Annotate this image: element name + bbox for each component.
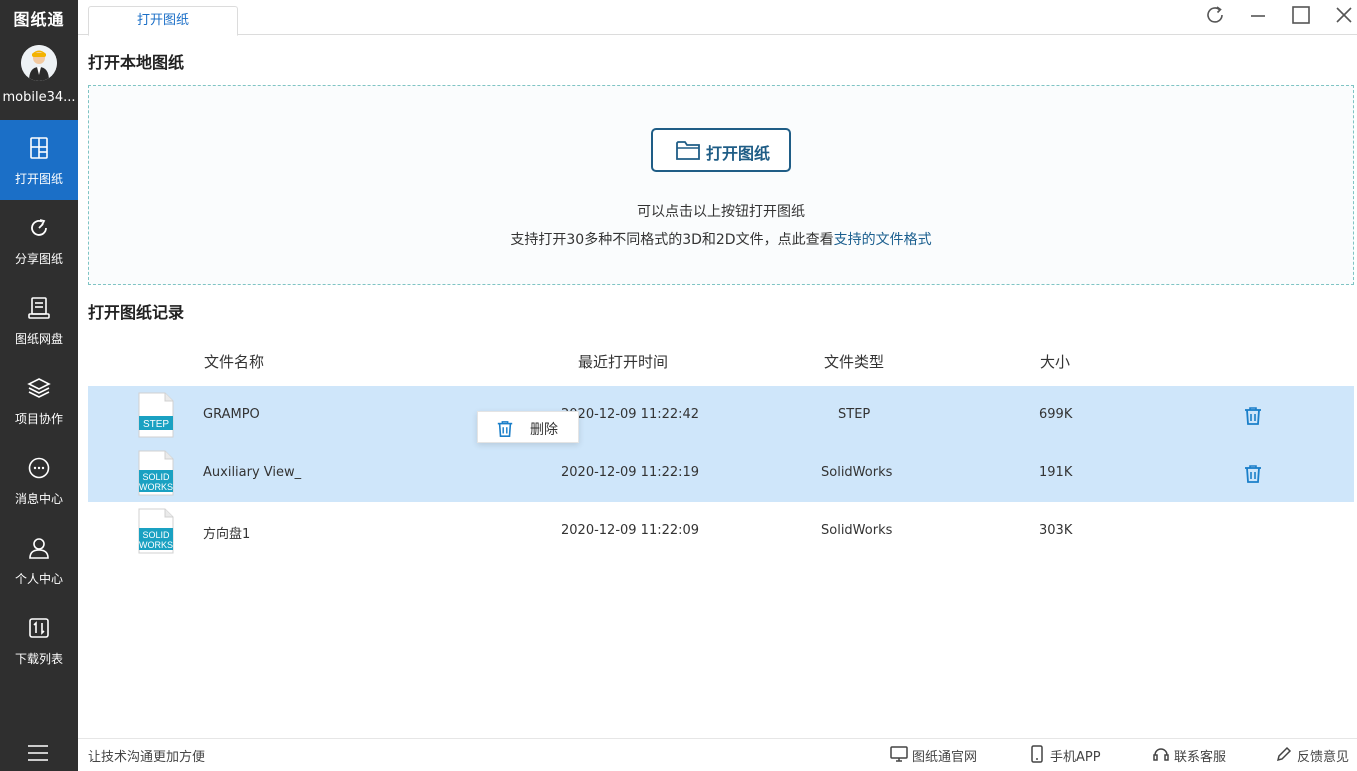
mobile-app-label: 手机APP	[1050, 750, 1101, 765]
sidebar-item-messages[interactable]: 消息中心	[0, 440, 78, 520]
footer-slogan: 让技术沟通更加方便	[88, 746, 205, 765]
app-logo: 图纸通	[0, 6, 78, 30]
table-row[interactable]: STEP GRAMPO 2020-12-09 11:22:42 STEP 699…	[88, 386, 1354, 444]
sidebar-item-profile[interactable]: 个人中心	[0, 520, 78, 600]
headset-icon	[1152, 745, 1170, 763]
close-icon[interactable]	[1333, 4, 1355, 26]
open-local-title: 打开本地图纸	[88, 49, 184, 73]
sidebar-item-label: 个人中心	[0, 570, 78, 587]
share-icon	[27, 216, 51, 240]
tab-open-drawing[interactable]: 打开图纸	[88, 6, 238, 36]
context-menu-delete[interactable]: 删除	[530, 419, 558, 439]
edit-icon	[1275, 745, 1293, 763]
mobile-app-link[interactable]: 手机APP	[1050, 746, 1101, 765]
sidebar-item-label: 消息中心	[0, 490, 78, 507]
feedback-link[interactable]: 反馈意见	[1297, 746, 1349, 765]
svg-text:SOLID: SOLID	[142, 472, 170, 482]
column-header-name[interactable]: 文件名称	[204, 351, 264, 372]
avatar[interactable]	[21, 45, 57, 81]
file-time: 2020-12-09 11:22:19	[561, 465, 699, 480]
username[interactable]: mobile34...	[0, 90, 78, 105]
trash-icon[interactable]	[1243, 464, 1263, 484]
sidebar: 图纸通 mobile34... 打开图纸	[0, 0, 78, 771]
sidebar-item-label: 打开图纸	[0, 170, 78, 187]
monitor-icon	[890, 745, 908, 763]
trash-icon	[496, 420, 514, 438]
customer-service-link[interactable]: 联系客服	[1174, 746, 1226, 765]
file-size: 303K	[1039, 523, 1072, 538]
maximize-icon[interactable]	[1290, 4, 1312, 26]
file-type: SolidWorks	[821, 465, 892, 480]
feedback-label: 反馈意见	[1297, 750, 1349, 765]
phone-icon	[1028, 745, 1046, 763]
sidebar-item-share[interactable]: 分享图纸	[0, 200, 78, 280]
folder-icon	[675, 139, 701, 161]
sidebar-item-cloud-disk[interactable]: 图纸网盘	[0, 280, 78, 360]
sidebar-item-label: 下载列表	[0, 650, 78, 667]
sidebar-item-label: 分享图纸	[0, 250, 78, 267]
tab-bar: 打开图纸	[78, 0, 1357, 35]
refresh-icon[interactable]	[1204, 4, 1226, 26]
cloud-disk-icon	[27, 296, 51, 320]
context-menu[interactable]: 删除	[477, 411, 579, 443]
app-window: 图纸通 mobile34... 打开图纸	[0, 0, 1357, 771]
official-site-label: 图纸通官网	[912, 750, 977, 765]
open-hint: 可以点击以上按钮打开图纸	[89, 201, 1353, 221]
column-header-size[interactable]: 大小	[1040, 351, 1070, 372]
open-drawing-button-label: 打开图纸	[706, 140, 770, 164]
solidworks-file-icon: SOLID WORKS	[137, 508, 175, 554]
svg-text:SOLID: SOLID	[142, 530, 170, 540]
column-header-type[interactable]: 文件类型	[824, 351, 884, 372]
supported-formats-link[interactable]: 支持的文件格式	[834, 232, 932, 248]
file-name: 方向盘1	[203, 523, 250, 542]
drop-area[interactable]: 打开图纸 可以点击以上按钮打开图纸 支持打开30多种不同格式的3D和2D文件，点…	[88, 85, 1354, 285]
supported-formats-hint: 支持打开30多种不同格式的3D和2D文件，点此查看支持的文件格式	[89, 229, 1353, 249]
column-header-time[interactable]: 最近打开时间	[578, 351, 668, 372]
user-icon	[27, 536, 51, 560]
avatar-icon	[21, 45, 57, 81]
hamburger-menu-icon[interactable]	[27, 744, 49, 762]
file-icon-label: STEP	[143, 419, 169, 430]
sidebar-item-label: 项目协作	[0, 410, 78, 427]
file-name: GRAMPO	[203, 407, 260, 422]
trash-icon[interactable]	[1243, 406, 1263, 426]
layers-icon	[27, 376, 51, 400]
file-time: 2020-12-09 11:22:42	[561, 407, 699, 422]
file-size: 191K	[1039, 465, 1072, 480]
minimize-icon[interactable]	[1247, 4, 1269, 26]
table-row[interactable]: SOLID WORKS 方向盘1 2020-12-09 11:22:09 Sol…	[88, 502, 1354, 560]
supported-formats-text: 支持打开30多种不同格式的3D和2D文件，点此查看	[510, 232, 833, 248]
file-size: 699K	[1039, 407, 1072, 422]
customer-service-label: 联系客服	[1174, 750, 1226, 765]
download-list-icon	[27, 616, 51, 640]
footer: 让技术沟通更加方便 图纸通官网 手机APP 联系客服	[78, 738, 1357, 771]
svg-text:WORKS: WORKS	[139, 482, 173, 492]
file-time: 2020-12-09 11:22:09	[561, 523, 699, 538]
sidebar-item-label: 图纸网盘	[0, 330, 78, 347]
table-row[interactable]: SOLID WORKS Auxiliary View_ 2020-12-09 1…	[88, 444, 1354, 502]
file-type: SolidWorks	[821, 523, 892, 538]
step-file-icon: STEP	[137, 392, 175, 438]
sidebar-item-downloads[interactable]: 下载列表	[0, 600, 78, 680]
solidworks-file-icon: SOLID WORKS	[137, 450, 175, 496]
open-drawing-button[interactable]: 打开图纸	[651, 128, 791, 172]
official-site-link[interactable]: 图纸通官网	[912, 746, 977, 765]
file-type: STEP	[838, 407, 870, 422]
sidebar-item-collaboration[interactable]: 项目协作	[0, 360, 78, 440]
svg-text:WORKS: WORKS	[139, 540, 173, 550]
open-drawing-icon	[27, 136, 51, 160]
history-title: 打开图纸记录	[88, 299, 184, 323]
message-icon	[27, 456, 51, 480]
sidebar-item-open-drawing[interactable]: 打开图纸	[0, 120, 78, 200]
file-name: Auxiliary View_	[203, 465, 301, 480]
